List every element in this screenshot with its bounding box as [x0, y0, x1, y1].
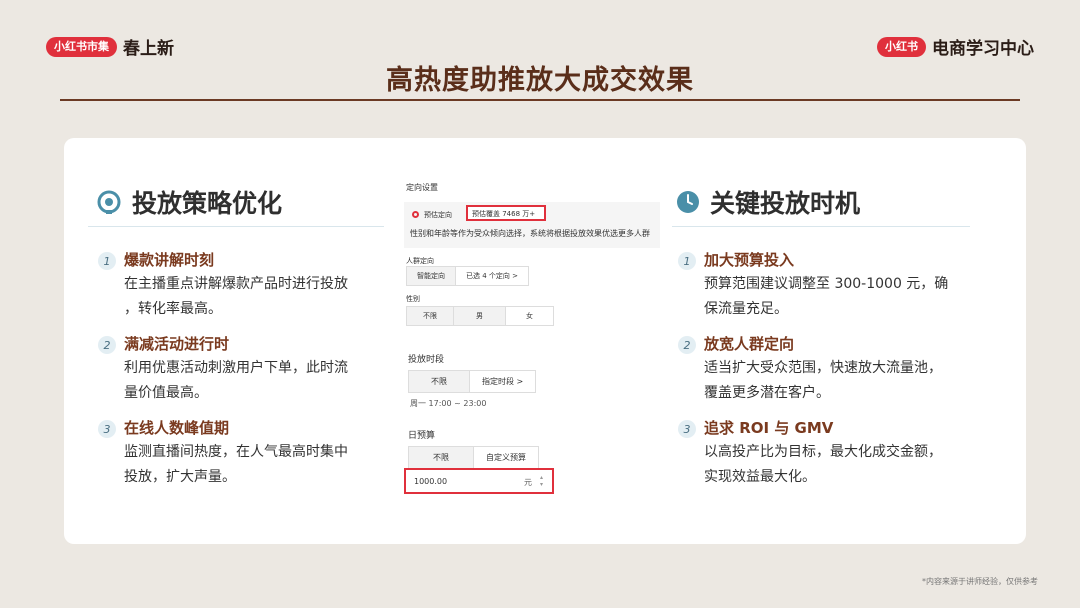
targeting-settings-mock: 定向设置 预估定向 预估覆盖 7468 万+ 性别和年龄等作为受众倾向选择，系统… [400, 176, 662, 506]
item-desc-line: 以高投产比为目标，最大化成交金额， [704, 444, 942, 460]
item-number: 2 [678, 336, 696, 354]
list-item: 2 满减活动进行时 利用优惠活动刺激用户下单，此时流 量价值最高。 [98, 334, 388, 406]
right-items: 1 加大预算投入 预算范围建议调整至 300-1000 元，确 保流量充足。 2… [678, 250, 988, 502]
page-title: 高热度助推放大成交效果 [386, 65, 694, 96]
period-label: 投放时段 [408, 355, 445, 365]
target-small-icon [412, 211, 419, 218]
budget-options[interactable]: 不限 自定义预算 [408, 446, 539, 469]
smart-label: 预估定向 [424, 211, 452, 219]
item-desc: 利用优惠活动刺激用户下单，此时流 量价值最高。 [124, 356, 348, 406]
item-desc: 以高投产比为目标，最大化成交金额， 实现效益最大化。 [704, 440, 942, 490]
crowd-option-selected[interactable]: 已选 4 个定向 > [456, 267, 528, 285]
target-icon [96, 189, 122, 215]
left-items: 1 爆款讲解时刻 在主播重点讲解爆款产品时进行投放 ，转化率最高。 2 满减活动… [98, 250, 388, 502]
gender-option-male[interactable]: 男 [454, 307, 506, 325]
item-desc-line: 在主播重点讲解爆款产品时进行投放 [124, 276, 348, 292]
item-desc-line: 量价值最高。 [124, 385, 208, 401]
title-divider [60, 99, 1020, 101]
budget-unit: 元 [524, 478, 532, 487]
item-desc-line: 投放，扩大声量。 [124, 469, 236, 485]
clock-icon [676, 190, 700, 214]
item-desc-line: ，转化率最高。 [124, 301, 222, 317]
period-value: 周一 17:00 ~ 23:00 [410, 399, 487, 408]
item-title: 放宽人群定向 [704, 335, 795, 353]
item-desc: 监测直播间热度，在人气最高时集中 投放，扩大声量。 [124, 440, 348, 490]
period-option-custom[interactable]: 指定时段 > [470, 371, 535, 392]
gender-option-any[interactable]: 不限 [407, 307, 454, 325]
gender-label: 性别 [406, 295, 420, 303]
right-section-title: 关键投放时机 [710, 189, 861, 218]
list-item: 2 放宽人群定向 适当扩大受众范围，快速放大流量池， 覆盖更多潜在客户。 [678, 334, 988, 406]
crowd-options[interactable]: 智能定向 已选 4 个定向 > [406, 266, 529, 286]
item-desc-line: 实现效益最大化。 [704, 469, 816, 485]
left-section-title: 投放策略优化 [132, 189, 283, 218]
budget-option-any[interactable]: 不限 [409, 447, 474, 468]
brand-right-text: 电商学习中心 [932, 39, 1034, 59]
footnote: *内容来源于讲师经验，仅供参考 [922, 577, 1038, 586]
item-desc-line: 适当扩大受众范围，快速放大流量池， [704, 360, 942, 376]
brand-left: 小红书市集 春上新 [46, 34, 174, 59]
budget-value: 1000.00 [414, 477, 448, 486]
item-desc-line: 覆盖更多潜在客户。 [704, 385, 830, 401]
left-section-header: 投放策略优化 [96, 184, 282, 220]
item-desc: 适当扩大受众范围，快速放大流量池， 覆盖更多潜在客户。 [704, 356, 942, 406]
item-desc-line: 利用优惠活动刺激用户下单，此时流 [124, 360, 348, 376]
list-item: 3 在线人数峰值期 监测直播间热度，在人气最高时集中 投放，扩大声量。 [98, 418, 388, 490]
estimate-text: 预估覆盖 7468 万+ [472, 210, 536, 218]
item-title: 加大预算投入 [704, 251, 795, 269]
brand-right: 小红书 电商学习中心 [877, 34, 1034, 59]
item-desc: 预算范围建议调整至 300-1000 元，确 保流量充足。 [704, 272, 948, 322]
budget-option-custom[interactable]: 自定义预算 [474, 447, 538, 468]
right-header-divider [672, 226, 970, 227]
item-number: 1 [98, 252, 116, 270]
item-title: 在线人数峰值期 [124, 419, 230, 437]
crowd-option-smart[interactable]: 智能定向 [407, 267, 456, 285]
left-header-divider [88, 226, 384, 227]
right-section-header: 关键投放时机 [676, 184, 860, 220]
item-number: 3 [678, 420, 696, 438]
list-item: 3 追求 ROI 与 GMV 以高投产比为目标，最大化成交金额， 实现效益最大化… [678, 418, 988, 490]
item-title: 满减活动进行时 [124, 335, 230, 353]
crowd-label: 人群定向 [406, 257, 434, 265]
gender-option-female[interactable]: 女 [506, 307, 553, 325]
stepper-icon[interactable]: ▴ ▾ [540, 474, 543, 488]
item-desc-line: 预算范围建议调整至 300-1000 元，确 [704, 276, 949, 292]
item-title: 追求 ROI 与 GMV [704, 419, 834, 437]
item-desc-line: 保流量充足。 [704, 301, 788, 317]
period-option-any[interactable]: 不限 [409, 371, 470, 392]
item-number: 3 [98, 420, 116, 438]
gender-options[interactable]: 不限 男 女 [406, 306, 554, 326]
targeting-title: 定向设置 [406, 183, 438, 192]
item-title: 爆款讲解时刻 [124, 251, 215, 269]
period-options[interactable]: 不限 指定时段 > [408, 370, 537, 393]
item-desc-line: 监测直播间热度，在人气最高时集中 [124, 444, 348, 460]
brand-left-text: 春上新 [123, 39, 174, 59]
brand-right-logo: 小红书 [877, 36, 926, 57]
budget-label: 日预算 [408, 431, 436, 441]
item-number: 2 [98, 336, 116, 354]
list-item: 1 加大预算投入 预算范围建议调整至 300-1000 元，确 保流量充足。 [678, 250, 988, 322]
item-desc: 在主播重点讲解爆款产品时进行投放 ，转化率最高。 [124, 272, 348, 322]
list-item: 1 爆款讲解时刻 在主播重点讲解爆款产品时进行投放 ，转化率最高。 [98, 250, 388, 322]
item-number: 1 [678, 252, 696, 270]
brand-left-logo: 小红书市集 [46, 36, 117, 57]
estimate-hint: 性别和年龄等作为受众倾向选择，系统将根据投放效果优选更多人群 [410, 229, 650, 238]
